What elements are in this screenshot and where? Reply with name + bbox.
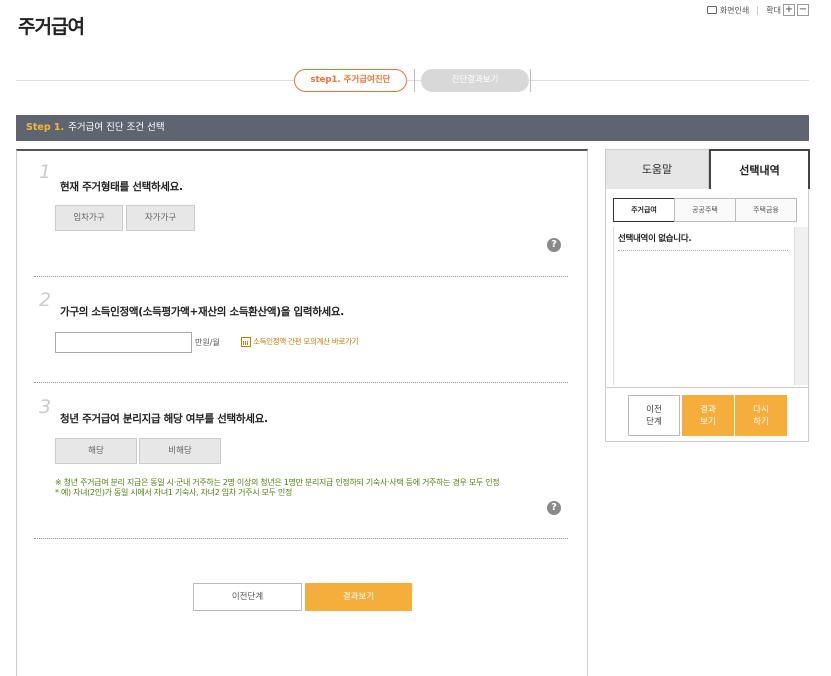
side-divider bbox=[606, 387, 808, 388]
sub-tab-housing-finance[interactable]: 주택금융 bbox=[735, 198, 797, 222]
selection-scrollbar[interactable] bbox=[794, 227, 808, 385]
tab-selection[interactable]: 선택내역 bbox=[709, 149, 810, 189]
option-not-applicable[interactable]: 비해당 bbox=[139, 438, 221, 464]
question-panel: 1 현재 주거형태를 선택하세요. 임차가구 자가가구 ? 2 가구의 소득인정… bbox=[16, 149, 588, 676]
calculator-icon bbox=[241, 336, 251, 347]
printer-icon bbox=[706, 6, 717, 14]
view-result-button[interactable]: 결과보기 bbox=[305, 583, 412, 611]
side-prev-label: 이전 단계 bbox=[646, 404, 662, 427]
zoom-in-button[interactable]: + bbox=[783, 4, 795, 16]
income-input[interactable] bbox=[55, 332, 192, 353]
selection-list: 선택내역이 없습니다. bbox=[613, 227, 794, 385]
sub-tab-bar: 주거급여 공공주택 주택금융 bbox=[613, 198, 797, 222]
section-step-number: Step 1. bbox=[26, 122, 65, 133]
option-owner-household[interactable]: 자가가구 bbox=[126, 205, 195, 231]
question-divider bbox=[34, 276, 568, 277]
side-restart-button[interactable]: 다시 하기 bbox=[735, 395, 787, 436]
question-number: 3 bbox=[39, 396, 52, 418]
sub-tab-housing-benefit[interactable]: 주거급여 bbox=[613, 198, 675, 222]
step1-pill[interactable]: step1. 주거급여진단 bbox=[294, 69, 407, 92]
question-divider bbox=[34, 382, 568, 383]
section-title: 주거급여 진단 조건 선택 bbox=[68, 122, 165, 133]
income-calculator-link[interactable]: 소득인정액 간편 모의계산 바로가기 bbox=[241, 336, 359, 347]
section-header: Step 1. 주거급여 진단 조건 선택 bbox=[16, 115, 809, 141]
tab-help[interactable]: 도움말 bbox=[606, 149, 709, 189]
zoom-label: 확대 bbox=[766, 5, 781, 15]
question-title: 현재 주거형태를 선택하세요. bbox=[60, 181, 183, 193]
sub-tab-public-housing[interactable]: 공공주택 bbox=[674, 198, 736, 222]
progress-tick bbox=[530, 69, 531, 92]
selection-empty-text: 선택내역이 없습니다. bbox=[618, 232, 788, 251]
question-divider bbox=[34, 538, 568, 539]
notice-line: ※ 청년 주거급여 분리 지급은 동일 시·군내 거주하는 2명 이상의 청년은… bbox=[55, 478, 500, 487]
youth-notice: ※ 청년 주거급여 분리 지급은 동일 시·군내 거주하는 2명 이상의 청년은… bbox=[55, 478, 570, 498]
utility-bar: 화면인쇄 확대 + − bbox=[706, 4, 809, 16]
side-view-result-button[interactable]: 결과 보기 bbox=[682, 395, 734, 436]
notice-example: * 예) 자녀(2인)가 동일 시에서 자녀1 기숙사, 자녀2 임차 거주시 … bbox=[55, 488, 293, 497]
print-label: 화면인쇄 bbox=[719, 5, 750, 15]
help-icon[interactable]: ? bbox=[547, 501, 561, 515]
question-title: 청년 주거급여 분리지급 해당 여부를 선택하세요. bbox=[60, 413, 268, 425]
side-result-label: 결과 보기 bbox=[700, 404, 716, 427]
question-title: 가구의 소득인정액(소득평가액+재산의 소득환산액)을 입력하세요. bbox=[60, 306, 344, 318]
util-separator bbox=[757, 5, 759, 15]
option-rental-household[interactable]: 임차가구 bbox=[55, 205, 123, 231]
progress-tick bbox=[414, 69, 415, 92]
help-icon[interactable]: ? bbox=[547, 238, 561, 252]
option-applicable[interactable]: 해당 bbox=[55, 438, 137, 464]
step2-pill[interactable]: 진단결과보기 bbox=[421, 69, 529, 92]
progress-line bbox=[16, 80, 809, 81]
print-button[interactable]: 화면인쇄 bbox=[706, 5, 750, 16]
side-again-label: 다시 하기 bbox=[753, 404, 769, 427]
calculator-link-label: 소득인정액 간편 모의계산 바로가기 bbox=[253, 337, 359, 346]
question-number: 1 bbox=[39, 161, 52, 183]
page-title: 주거급여 bbox=[18, 16, 85, 38]
side-prev-step-button[interactable]: 이전 단계 bbox=[628, 395, 680, 436]
zoom-out-button[interactable]: − bbox=[797, 4, 809, 16]
side-panel: 도움말 선택내역 주거급여 공공주택 주택금융 선택내역이 없습니다. 이전 단… bbox=[605, 149, 810, 442]
prev-step-button[interactable]: 이전단계 bbox=[193, 583, 302, 611]
income-unit: 만원/월 bbox=[195, 338, 220, 347]
question-number: 2 bbox=[39, 289, 52, 311]
